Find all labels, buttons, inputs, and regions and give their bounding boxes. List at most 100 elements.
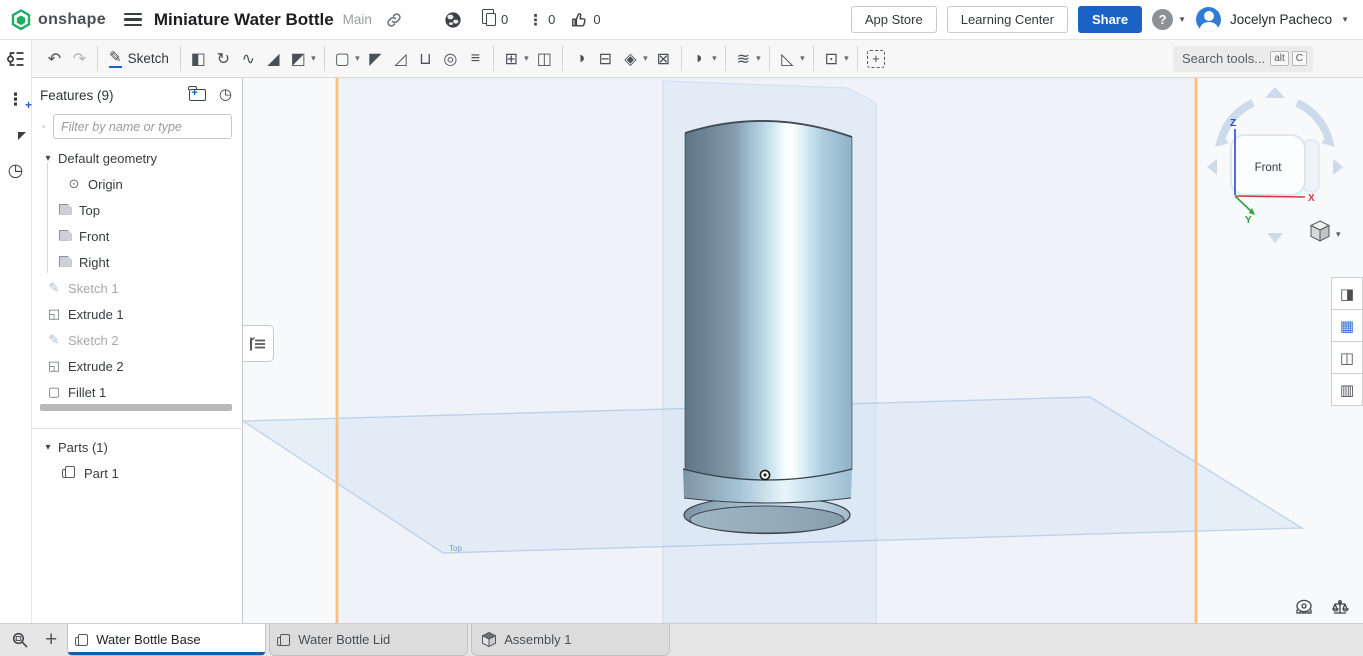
parts-section-divider bbox=[32, 428, 243, 429]
plane-icon bbox=[57, 255, 73, 270]
search-tools-placeholder: Search tools... bbox=[1182, 51, 1267, 66]
user-avatar[interactable] bbox=[1196, 7, 1221, 32]
tree-item-fillet-1[interactable]: ▢ Fillet 1 bbox=[32, 379, 242, 405]
collapse-feature-list-button[interactable] bbox=[243, 325, 274, 362]
revolve-button[interactable]: ↻ bbox=[211, 46, 236, 72]
surface-dropdown-caret-icon[interactable]: ▾ bbox=[709, 53, 720, 64]
sketch-icon: ✎ bbox=[46, 280, 62, 296]
mass-properties-icon[interactable] bbox=[1333, 601, 1348, 613]
public-globe-icon[interactable] bbox=[444, 11, 462, 29]
versions-panel-button[interactable]: ⋮ + bbox=[7, 90, 24, 110]
top-bar: onshape Miniature Water Bottle Main 0 ⋮ … bbox=[0, 0, 1363, 40]
view-cube-face-label: Front bbox=[1255, 162, 1283, 174]
search-tabs-icon[interactable] bbox=[12, 632, 29, 649]
custom-feature-button[interactable]: + bbox=[867, 50, 885, 68]
history-panel-button[interactable]: ◷ bbox=[8, 162, 24, 178]
graphics-viewport[interactable]: Top bbox=[243, 78, 1363, 623]
rotate-left-arrow-icon[interactable] bbox=[1207, 159, 1217, 175]
like-count: 0 bbox=[593, 12, 600, 27]
rotate-up-arrow-icon[interactable] bbox=[1265, 87, 1285, 98]
user-name: Jocelyn Pacheco bbox=[1230, 12, 1332, 27]
learning-center-button[interactable]: Learning Center bbox=[947, 6, 1068, 33]
chamfer-button[interactable]: ◤ bbox=[363, 46, 388, 72]
sheet-metal-dropdown-caret-icon[interactable]: ▾ bbox=[797, 53, 808, 64]
sketch-button[interactable]: ✎ Sketch bbox=[103, 49, 175, 68]
user-menu-caret-icon[interactable]: ▼ bbox=[1341, 15, 1349, 24]
tree-group-parts[interactable]: ▾ Parts (1) bbox=[32, 434, 243, 460]
named-views-button[interactable]: ▦ bbox=[1331, 309, 1363, 342]
section-view-button[interactable]: ◫ bbox=[1331, 341, 1363, 374]
tree-item-right-plane[interactable]: Right bbox=[32, 249, 242, 275]
transform-dropdown-caret-icon[interactable]: ▾ bbox=[640, 53, 651, 64]
logo-text: onshape bbox=[38, 11, 106, 29]
water-bottle-part[interactable] bbox=[683, 121, 852, 534]
tree-item-origin[interactable]: ⊙ Origin bbox=[32, 171, 242, 197]
view-modes-menu[interactable]: ▾ bbox=[1311, 221, 1341, 241]
tree-item-front-plane[interactable]: Front bbox=[32, 223, 242, 249]
sweep-button[interactable]: ∿ bbox=[236, 46, 261, 72]
shortcut-c-key: C bbox=[1292, 51, 1307, 66]
insert-new-tab-button[interactable]: + bbox=[45, 630, 57, 650]
like-icon[interactable] bbox=[571, 12, 588, 28]
display-options-button[interactable]: ▥ bbox=[1331, 373, 1363, 406]
tree-item-part-1[interactable]: Part 1 bbox=[32, 460, 243, 486]
share-link-icon[interactable] bbox=[386, 12, 402, 28]
tab-water-bottle-base[interactable]: Water Bottle Base bbox=[67, 624, 266, 656]
fillet-icon: ▢ bbox=[46, 384, 62, 400]
view-cube[interactable]: Front Z X Y bbox=[1207, 87, 1343, 243]
measure-tool-icon[interactable] bbox=[1297, 600, 1311, 613]
tree-item-sketch-1[interactable]: ✎ Sketch 1 bbox=[32, 275, 242, 301]
thread-button[interactable]: ≡ bbox=[463, 46, 488, 72]
boolean-button[interactable]: ◑ bbox=[568, 46, 593, 72]
thicken-dropdown-caret-icon[interactable]: ▾ bbox=[308, 53, 319, 64]
loft-button[interactable]: ◢ bbox=[261, 46, 286, 72]
document-menu-icon[interactable] bbox=[124, 10, 142, 29]
new-folder-icon[interactable]: + bbox=[189, 89, 206, 101]
sketch-icon: ✎ bbox=[46, 332, 62, 348]
delete-part-button[interactable]: ⊠ bbox=[651, 46, 676, 72]
mirror-button[interactable]: ◫ bbox=[532, 46, 557, 72]
rollback-bar[interactable] bbox=[40, 404, 232, 411]
draft-button[interactable]: ◿ bbox=[388, 46, 413, 72]
rotate-cw-arrow-icon[interactable] bbox=[1297, 103, 1329, 141]
pattern-dropdown-caret-icon[interactable]: ▾ bbox=[521, 53, 532, 64]
origin-marker[interactable] bbox=[760, 470, 769, 479]
tree-item-sketch-2[interactable]: ✎ Sketch 2 bbox=[32, 327, 242, 353]
tree-item-top-plane[interactable]: Top bbox=[32, 197, 242, 223]
part-icon bbox=[62, 466, 78, 481]
copy-workspace-icon[interactable] bbox=[486, 13, 496, 26]
view-modes-caret-icon[interactable]: ▾ bbox=[1336, 229, 1341, 239]
appearance-panel-button[interactable]: ◨ bbox=[1331, 277, 1363, 310]
search-tools-field[interactable]: Search tools... alt C bbox=[1173, 46, 1313, 72]
onshape-logo[interactable]: onshape bbox=[10, 9, 106, 31]
chevron-down-icon[interactable]: ▾ bbox=[42, 153, 54, 164]
tree-indent-guide bbox=[47, 163, 48, 273]
tree-group-default-geometry[interactable]: ▾ Default geometry bbox=[32, 145, 242, 171]
workspace-branch-label[interactable]: Main bbox=[343, 12, 372, 27]
curves-dropdown-caret-icon[interactable]: ▾ bbox=[753, 53, 764, 64]
extrude-button[interactable]: ◧ bbox=[186, 46, 211, 72]
versions-count-icon[interactable]: ⋮ bbox=[528, 11, 543, 29]
feature-filter-input[interactable] bbox=[53, 114, 232, 139]
top-plane-label: Top bbox=[449, 544, 462, 553]
shell-button[interactable]: ⊔ bbox=[413, 46, 438, 72]
tab-water-bottle-lid[interactable]: Water Bottle Lid bbox=[269, 624, 468, 656]
split-button[interactable]: ⊟ bbox=[593, 46, 618, 72]
undo-button[interactable]: ↶ bbox=[42, 46, 67, 72]
frames-dropdown-caret-icon[interactable]: ▾ bbox=[841, 53, 852, 64]
rotate-right-arrow-icon[interactable] bbox=[1333, 159, 1343, 175]
tab-assembly-1[interactable]: Assembly 1 bbox=[471, 624, 670, 656]
hole-button[interactable]: ◎ bbox=[438, 46, 463, 72]
feature-list-toggle-button[interactable] bbox=[0, 40, 32, 78]
help-button[interactable]: ? bbox=[1152, 9, 1173, 30]
help-caret-icon[interactable]: ▼ bbox=[1178, 15, 1186, 24]
chevron-down-icon[interactable]: ▾ bbox=[42, 442, 54, 453]
app-store-button[interactable]: App Store bbox=[851, 6, 937, 33]
rotate-down-arrow-icon[interactable] bbox=[1267, 233, 1283, 243]
tree-item-extrude-2[interactable]: ◱ Extrude 2 bbox=[32, 353, 242, 379]
fillet-dropdown-caret-icon[interactable]: ▾ bbox=[352, 53, 363, 64]
redo-button[interactable]: ↷ bbox=[67, 46, 92, 72]
feature-statistics-icon[interactable]: ◷ bbox=[219, 88, 232, 102]
share-button[interactable]: Share bbox=[1078, 6, 1142, 33]
tree-item-extrude-1[interactable]: ◱ Extrude 1 bbox=[32, 301, 242, 327]
